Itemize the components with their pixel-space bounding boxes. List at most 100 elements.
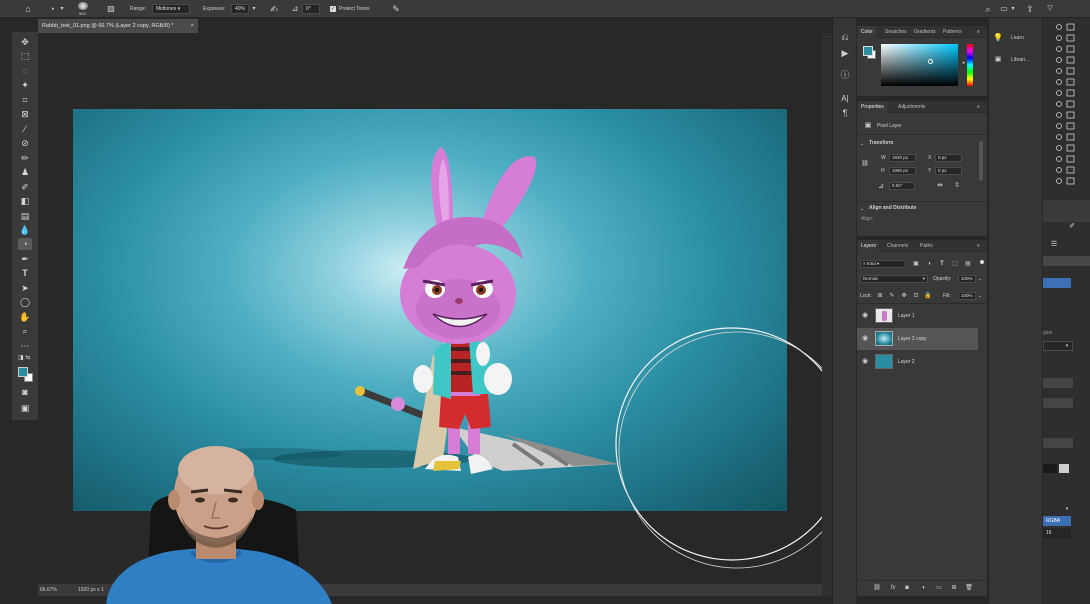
filter-adjustment-icon[interactable]: ◑ [925,259,933,269]
brush-tool-icon[interactable]: ✏ [18,152,32,164]
workspace-icon[interactable]: ▭ [998,4,1010,14]
filter-pixel-icon[interactable]: ▣ [912,259,920,269]
fill-input[interactable]: 100% [958,292,976,300]
layer-filter-select[interactable]: ⌕ Kind ▾ [860,260,906,268]
add-mask-icon[interactable]: ◙ [903,583,911,593]
lock-all-icon[interactable]: 🔒 [924,291,932,301]
filter-smart-object-icon[interactable]: ▤ [964,259,972,269]
color-field[interactable] [881,44,958,86]
angle-input[interactable]: 0° [302,4,320,14]
lock-position-icon[interactable]: ✥ [900,291,908,301]
brush-settings-icon[interactable]: ▨ [106,4,116,14]
learn-item[interactable]: 💡 Learn [989,30,1043,46]
eye-icon[interactable]: ◉ [861,334,869,344]
path-selection-tool-icon[interactable]: ➤ [18,282,32,294]
trash-icon[interactable]: 🗑 [965,583,973,593]
panel-menu-icon[interactable]: ≡ [977,101,980,113]
type-tool-icon[interactable]: T [18,267,32,279]
adjustment-layer-icon[interactable]: ◑ [919,583,927,593]
protect-tones-checkbox[interactable]: ✓ [330,6,336,12]
history-icon[interactable]: ⎌ [839,32,851,42]
filter-shape-icon[interactable]: ⬚ [951,259,959,269]
lock-transparent-icon[interactable]: ⊞ [876,291,884,301]
marquee-tool-icon[interactable]: ⬚ [18,50,32,62]
burn-tool-icon[interactable]: ◔ [18,238,32,250]
angle-input[interactable]: 0.00° [889,182,915,190]
share-icon[interactable]: ⇪ [1024,4,1036,14]
collapse-chevron-icon[interactable]: ⌄ [859,139,865,149]
pressure-size-icon[interactable]: ✎ [390,4,402,14]
tab-adjustments[interactable]: Adjustments [898,101,926,113]
tab-swatches[interactable]: Swatches [885,26,907,38]
quick-mask-icon[interactable]: ◙ [18,386,32,398]
frame-tool-icon[interactable]: ⊠ [18,108,32,120]
info-icon[interactable]: ⓘ [839,70,851,80]
zoom-tool-icon[interactable]: ⌕ [18,325,32,337]
collapse-chevron-icon[interactable]: ⌄ [859,204,865,214]
height-input[interactable]: 1080 px [889,167,916,175]
zoom-level[interactable]: 66.67% [40,584,57,596]
blend-mode-select[interactable]: Normal ▾ [860,275,928,283]
default-colors-icon[interactable]: ◨ ⇆ [18,352,32,364]
layer-style-icon[interactable]: fx [889,583,897,593]
actions-icon[interactable]: ▶ [839,48,851,58]
link-layers-icon[interactable]: ⛓ [873,583,881,593]
crop-tool-icon[interactable]: ⌗ [18,94,32,106]
vertical-scrollbar[interactable] [822,33,832,596]
y-input[interactable]: 0 px [935,167,962,175]
layer-row-layer-1[interactable]: ◉ Layer 1 [857,305,978,327]
exposure-dropdown-icon[interactable]: ▾ [250,4,258,14]
layer-name[interactable]: Layer 2 [898,351,915,373]
libraries-item[interactable]: ▣ Librari... [989,52,1043,68]
hand-tool-icon[interactable]: ✋ [18,311,32,323]
panel-menu-icon[interactable]: ≡ [977,240,980,252]
eye-icon[interactable]: ◉ [861,311,869,321]
ellipse-tool-icon[interactable]: ◯ [18,296,32,308]
opacity-input[interactable]: 100% [958,275,976,283]
width-input[interactable]: 1920 px [889,154,916,162]
flip-vertical-icon[interactable]: ⇳ [952,181,962,191]
airbrush-icon[interactable]: ✍ [268,4,280,14]
pen-tool-icon[interactable]: ✒ [18,253,32,265]
move-tool-icon[interactable]: ✥ [18,36,32,48]
tab-layers[interactable]: Layers [858,240,880,252]
eye-icon[interactable]: ◉ [861,357,869,367]
lock-artboard-icon[interactable]: ⊡ [912,291,920,301]
color-mode-badge[interactable]: RGBA [1043,516,1071,526]
workspace-chevron-icon[interactable]: ▾ [1010,4,1016,14]
hue-slider[interactable] [967,44,973,86]
quick-selection-tool-icon[interactable]: ✦ [18,79,32,91]
chevron-down-icon[interactable]: ▾ [1063,504,1071,514]
opacity-chevron-icon[interactable]: ⌄ [977,274,983,284]
color-picker-ring[interactable] [928,59,933,64]
bit-depth-field[interactable]: 16 [1043,528,1071,538]
range-select[interactable]: Midtones ▾ [152,4,190,14]
eyedropper-tool-icon[interactable]: ⁄ [18,123,32,135]
tab-paths[interactable]: Paths [920,240,933,252]
flip-horizontal-icon[interactable]: ⇹ [935,181,945,191]
layer-row-layer-2[interactable]: ◉ Layer 2 [857,351,978,373]
blur-tool-icon[interactable]: 💧 [18,224,32,236]
foreground-color-swatch[interactable] [18,367,28,377]
document-tab[interactable]: Rabbit_test_01.png @ 66.7% (Layer 2 copy… [38,19,198,33]
tab-color[interactable]: Color [858,26,876,38]
lasso-tool-icon[interactable]: ◌ [18,65,32,77]
lock-pixels-icon[interactable]: ✎ [888,291,896,301]
properties-scrollbar[interactable] [979,141,983,181]
new-layer-icon[interactable]: ⊞ [950,583,958,593]
history-brush-tool-icon[interactable]: ✐ [18,181,32,193]
pin-icon[interactable]: ✐ [1067,222,1077,232]
paragraph-icon[interactable]: ¶ [839,108,851,118]
tab-channels[interactable]: Channels [887,240,908,252]
chevron-down-icon[interactable]: ▾ [1063,341,1071,351]
character-icon[interactable]: A| [839,94,851,104]
x-input[interactable]: 0 px [935,154,962,162]
burn-tool-preset-icon[interactable]: ◔ [46,4,58,14]
exposure-input[interactable]: 40% [231,4,249,14]
tab-properties[interactable]: Properties [858,101,887,113]
search-icon[interactable]: ⌕ [982,4,994,14]
layer-name[interactable]: Layer 1 [898,305,915,327]
fill-chevron-icon[interactable]: ⌄ [977,291,983,301]
tab-patterns[interactable]: Patterns [943,26,962,38]
list-icon[interactable]: ☰ [1049,240,1059,250]
